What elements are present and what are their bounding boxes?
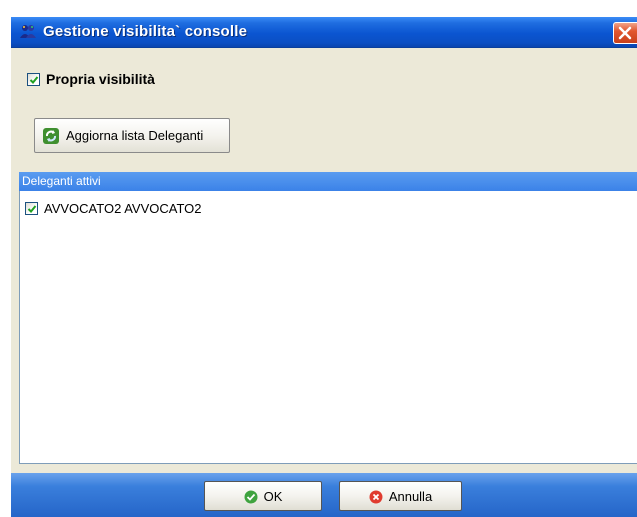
title-bar[interactable]: Gestione visibilita` consolle [11,17,637,48]
checkmark-icon [27,205,37,213]
refresh-delegates-button[interactable]: Aggiorna lista Deleganti [34,118,230,153]
checkmark-icon [29,75,39,84]
refresh-icon [42,127,60,145]
own-visibility-row[interactable]: Propria visibilità [27,71,155,87]
people-icon [19,23,37,41]
cancel-icon [369,489,383,504]
own-visibility-checkbox[interactable] [27,72,40,86]
ok-label: OK [263,488,283,504]
close-icon [618,26,632,40]
list-item[interactable]: AVVOCATO2 AVVOCATO2 [25,201,202,216]
delegates-list[interactable]: AVVOCATO2 AVVOCATO2 [19,191,637,464]
window-title: Gestione visibilita` consolle [43,23,248,40]
dialog-window: Gestione visibilita` consolle Propria vi… [11,17,637,517]
cancel-button[interactable]: Annulla [339,481,462,511]
cancel-label: Annulla [388,488,433,504]
own-visibility-label: Propria visibilità [46,71,155,87]
delegate-name: AVVOCATO2 AVVOCATO2 [44,201,202,216]
dialog-footer: OK Annulla [11,473,637,517]
delegate-checkbox[interactable] [25,202,38,215]
close-button[interactable] [613,22,637,44]
refresh-delegates-label: Aggiorna lista Deleganti [66,128,204,143]
ok-button[interactable]: OK [204,481,322,511]
check-icon [244,489,258,504]
delegates-list-header: Deleganti attivi [19,172,637,191]
